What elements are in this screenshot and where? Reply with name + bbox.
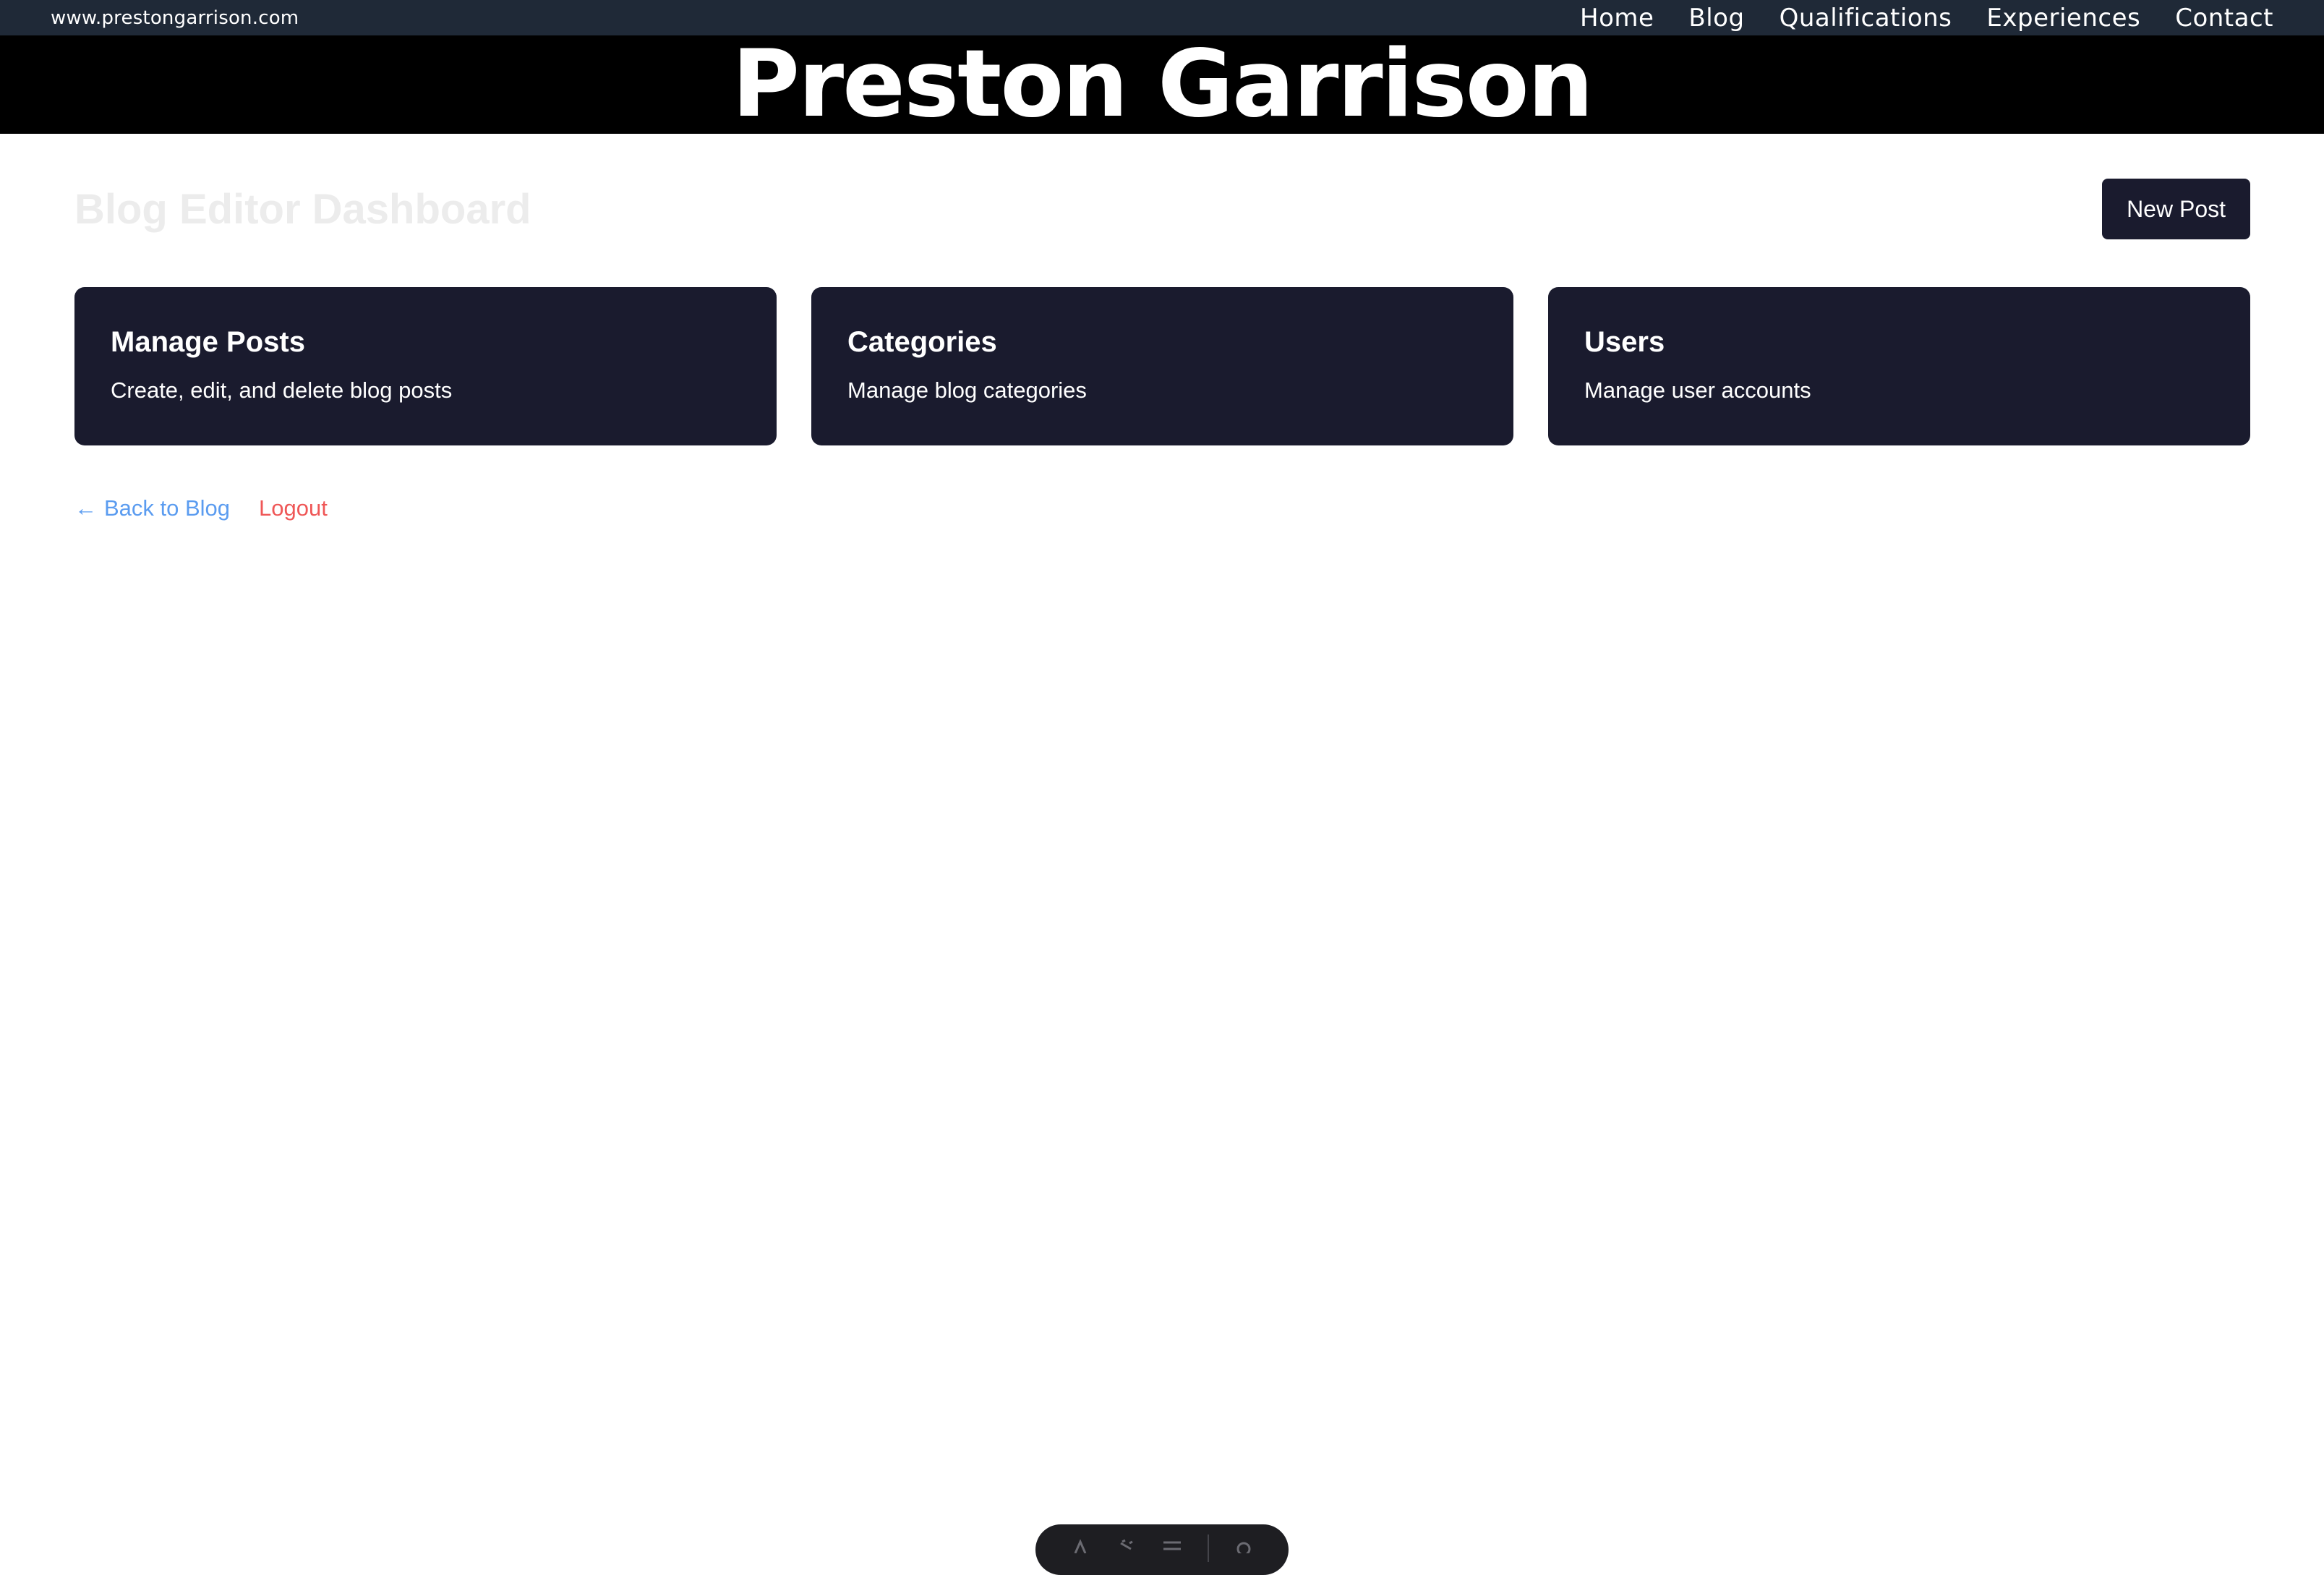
logout-link[interactable]: Logout <box>259 495 328 521</box>
nav-qualifications[interactable]: Qualifications <box>1780 4 1952 33</box>
card-users[interactable]: Users Manage user accounts <box>1548 287 2250 445</box>
settings-icon[interactable] <box>1233 1539 1255 1553</box>
card-description: Manage blog categories <box>847 377 1087 403</box>
floating-toolbar <box>1035 1524 1289 1575</box>
page-title: Blog Editor Dashboard <box>74 185 531 233</box>
new-post-button[interactable]: New Post <box>2102 179 2250 239</box>
card-description: Create, edit, and delete blog posts <box>111 377 453 403</box>
card-categories[interactable]: Categories Manage blog categories <box>811 287 1513 445</box>
menu-icon[interactable] <box>1161 1539 1183 1553</box>
card-title: Manage Posts <box>111 326 305 358</box>
back-to-blog-label: Back to Blog <box>104 495 231 521</box>
nav-blog[interactable]: Blog <box>1688 4 1744 33</box>
toolbar-divider <box>1207 1535 1209 1562</box>
main-nav: Home Blog Qualifications Experiences Con… <box>1580 4 2273 33</box>
pointer-icon[interactable] <box>1115 1539 1137 1553</box>
arrow-left-icon: ← <box>74 495 97 521</box>
site-header: Preston Garrison <box>0 35 2324 134</box>
back-to-blog-link[interactable]: ← Back to Blog <box>74 495 230 521</box>
card-title: Categories <box>847 326 997 358</box>
site-brand[interactable]: Preston Garrison <box>732 38 1594 131</box>
card-title: Users <box>1584 326 1665 358</box>
dashboard-cards: Manage Posts Create, edit, and delete bl… <box>74 287 2250 445</box>
card-manage-posts[interactable]: Manage Posts Create, edit, and delete bl… <box>74 287 777 445</box>
inspect-icon[interactable] <box>1069 1539 1091 1553</box>
nav-contact[interactable]: Contact <box>2175 4 2273 33</box>
card-description: Manage user accounts <box>1584 377 1811 403</box>
title-row: Blog Editor Dashboard New Post <box>74 179 2250 239</box>
nav-home[interactable]: Home <box>1580 4 1654 33</box>
site-url: www.prestongarrison.com <box>51 7 299 29</box>
footer-links: ← Back to Blog Logout <box>74 495 328 521</box>
nav-experiences[interactable]: Experiences <box>1986 4 2140 33</box>
